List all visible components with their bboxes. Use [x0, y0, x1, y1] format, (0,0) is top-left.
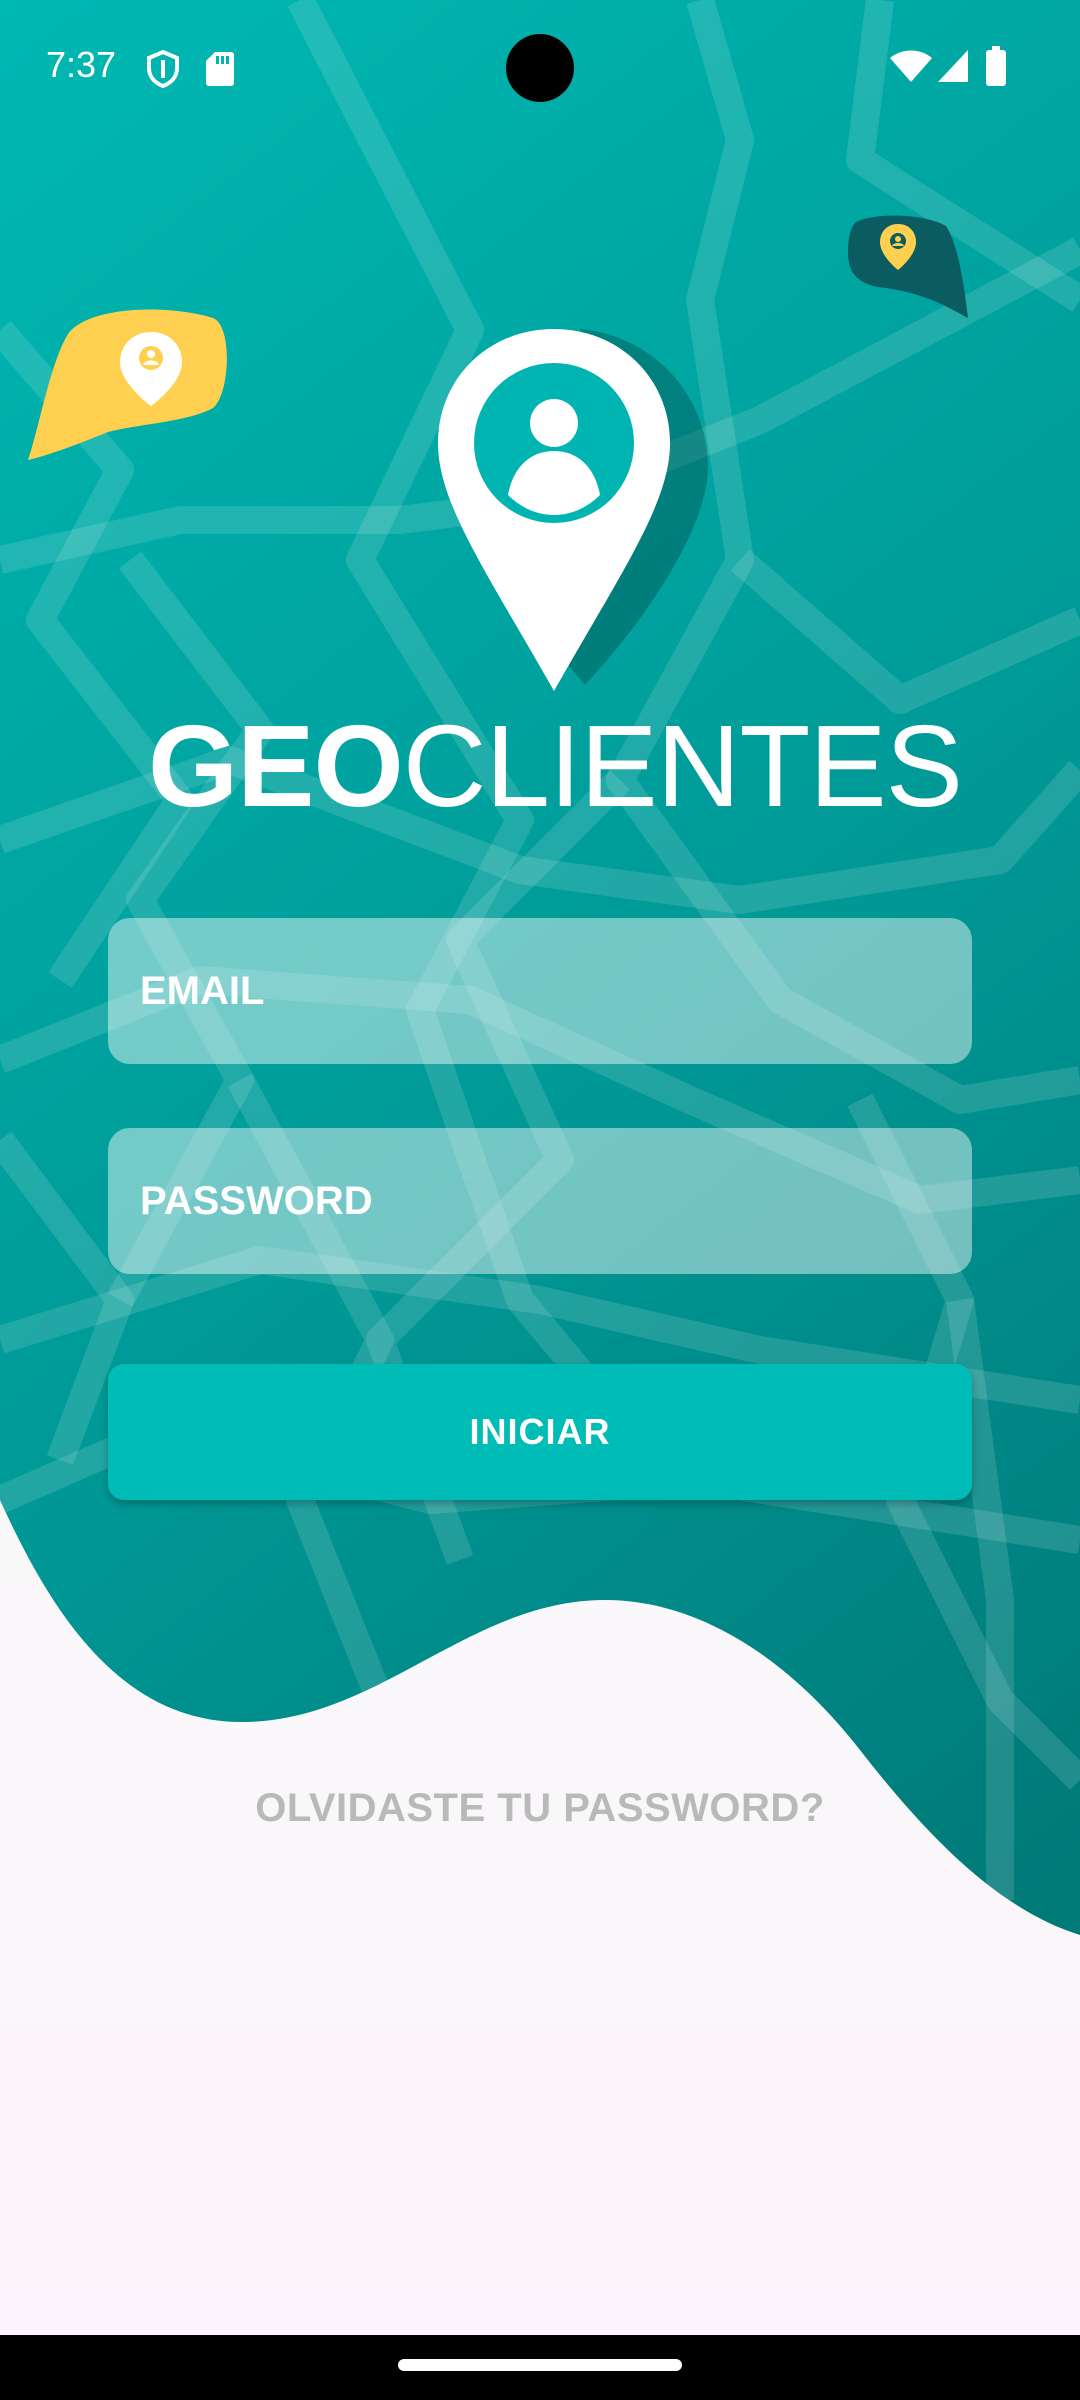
- status-time: 7:37: [46, 44, 117, 85]
- app-title: GEOCLIENTES: [0, 708, 1080, 824]
- camera-cutout: [506, 34, 574, 102]
- login-button[interactable]: INICIAR: [108, 1364, 972, 1500]
- shield-icon: [147, 50, 179, 88]
- email-field[interactable]: [108, 918, 972, 1064]
- app-title-bold: GEO: [147, 701, 404, 831]
- dark-bubble-pin-icon: [848, 215, 968, 318]
- battery-icon: [986, 46, 1006, 86]
- navigation-bar: [0, 2335, 1080, 2400]
- email-field-container: [108, 918, 972, 1064]
- status-bar: 7:37: [0, 0, 1080, 136]
- wifi-icon: [890, 50, 932, 82]
- location-person-pin-icon: [438, 329, 708, 691]
- cell-signal-icon: [938, 50, 968, 82]
- password-field[interactable]: [108, 1128, 972, 1274]
- login-screen: 7:37 GEOCLIENTES EMAIL INICIAR OLVIDASTE…: [0, 0, 1080, 2400]
- yellow-bubble-pin-icon: [28, 309, 227, 460]
- sd-card-icon: [206, 52, 234, 86]
- password-field-container: [108, 1128, 972, 1274]
- home-indicator[interactable]: [398, 2359, 682, 2371]
- app-title-light: CLIENTES: [402, 701, 963, 831]
- forgot-password-link[interactable]: OLVIDASTE TU PASSWORD?: [0, 1786, 1080, 1831]
